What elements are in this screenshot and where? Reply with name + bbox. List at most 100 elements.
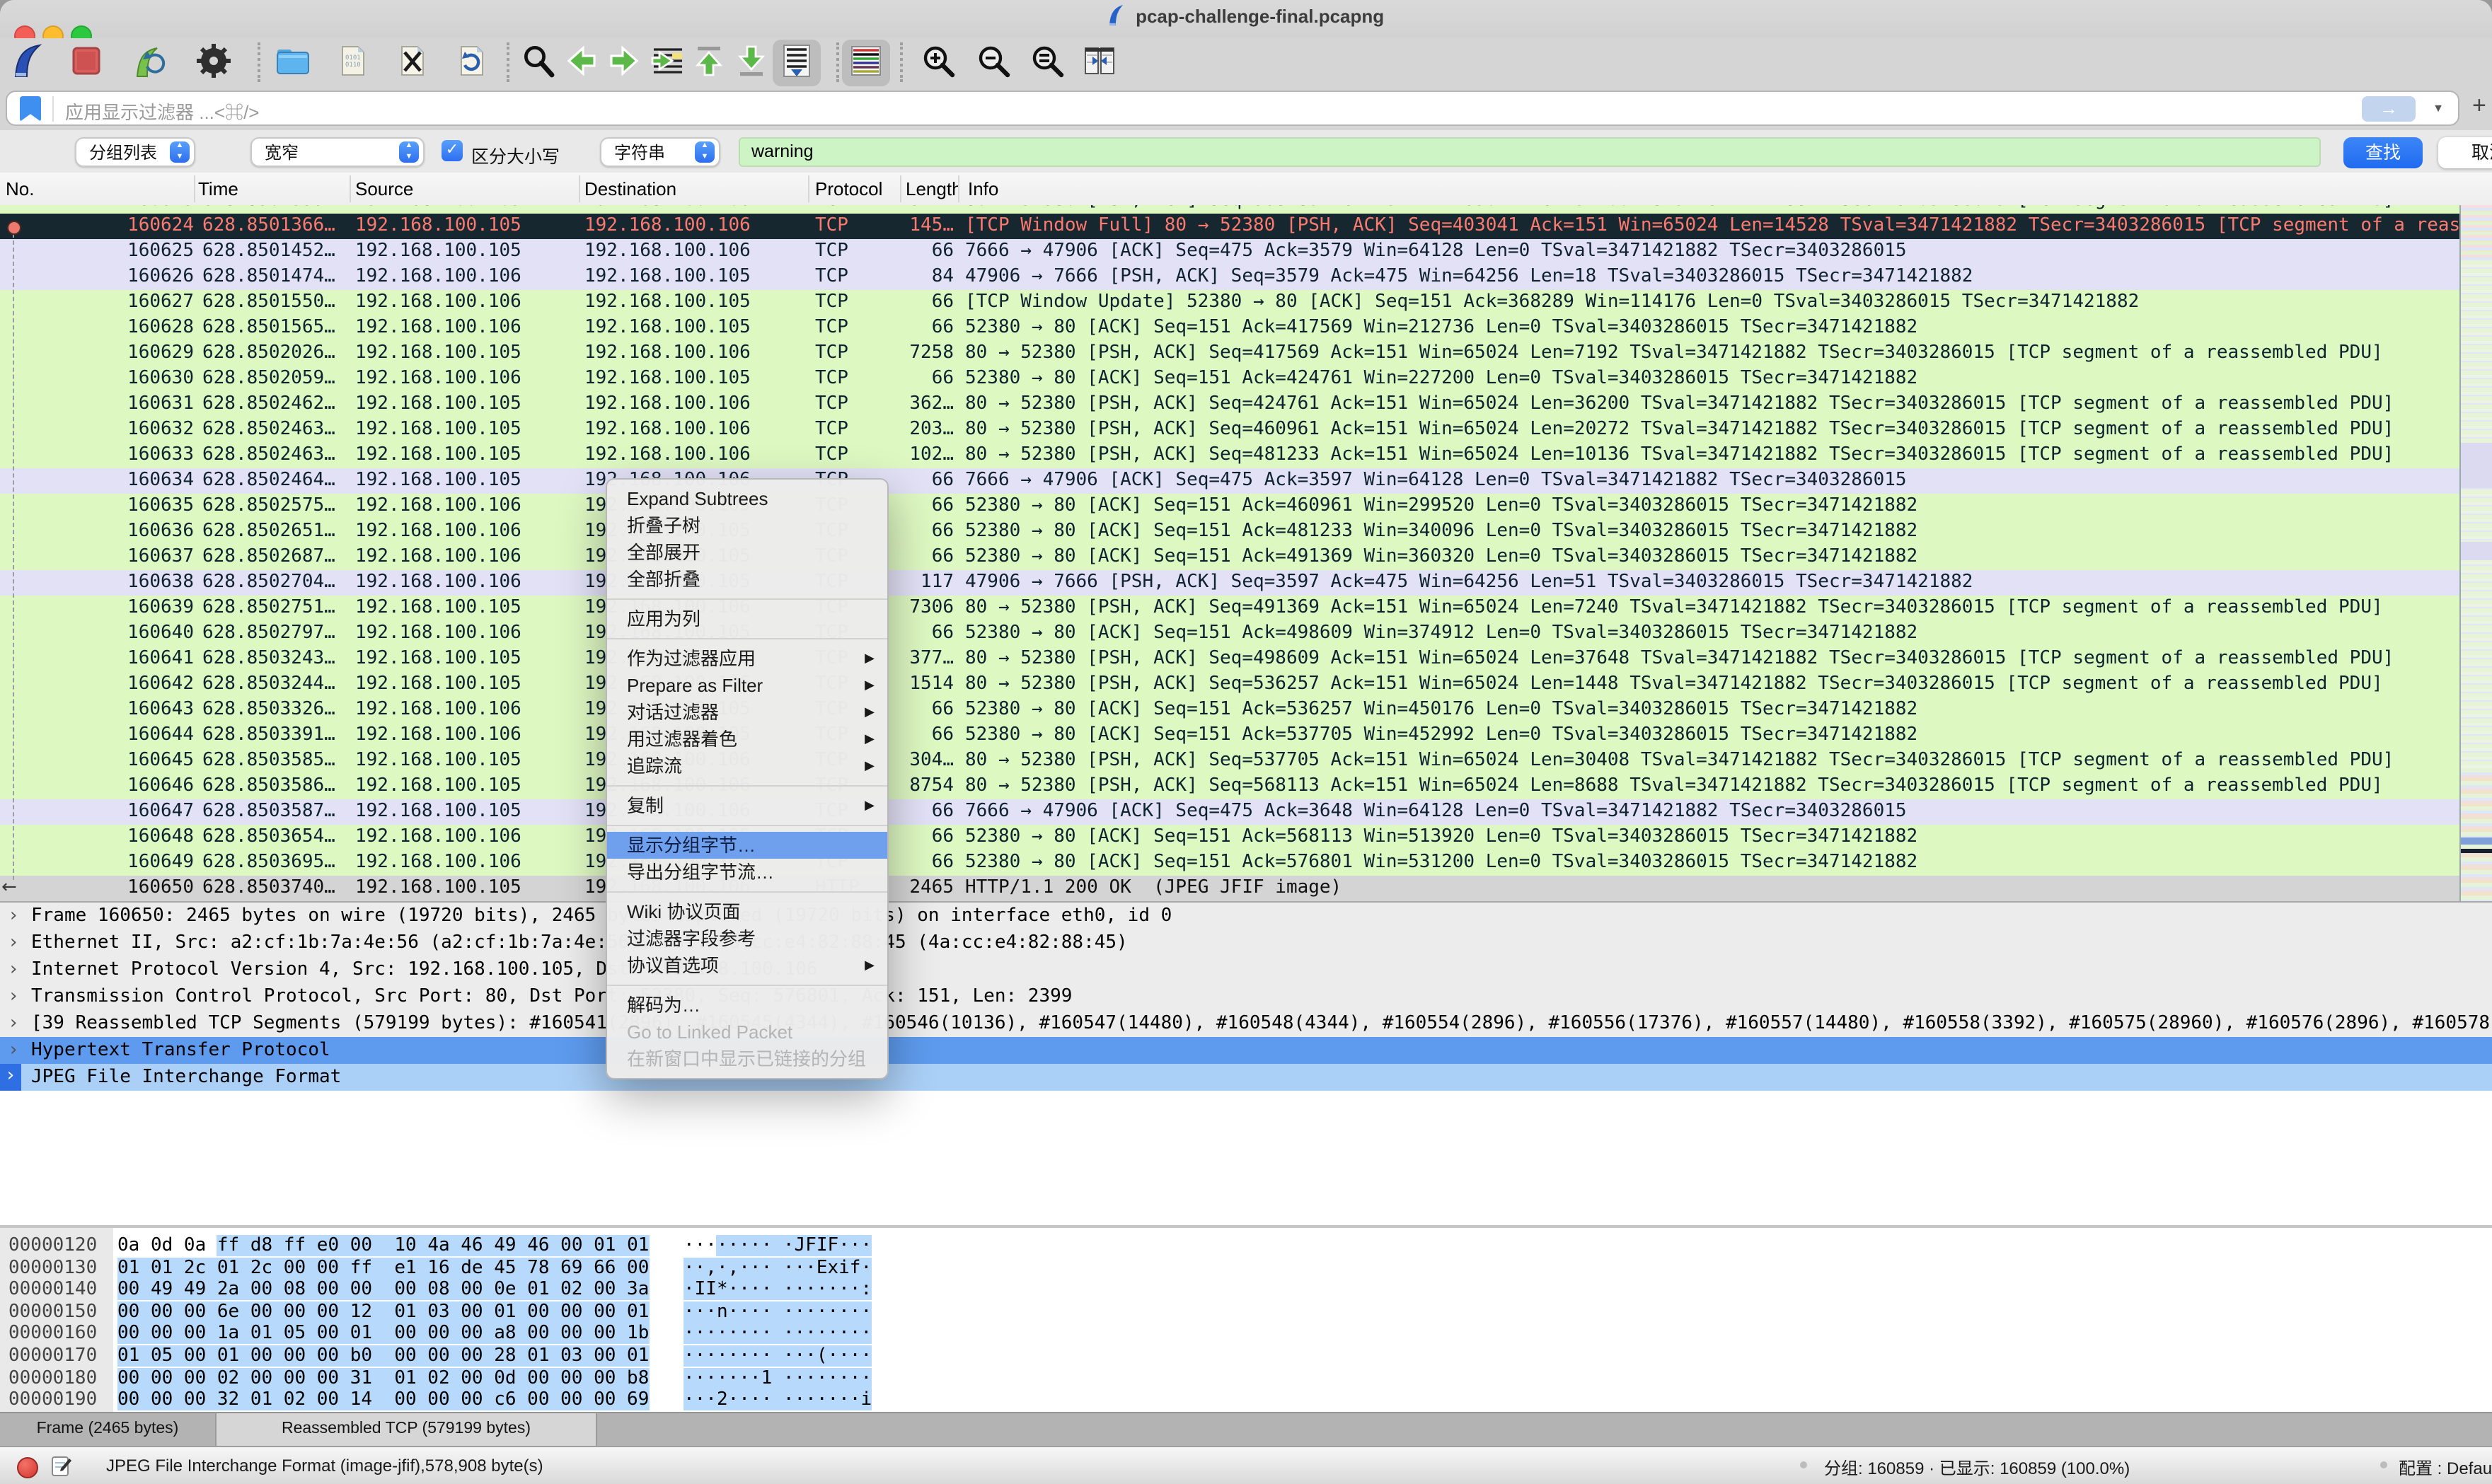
search-type-select[interactable]: 字符串▲▼ xyxy=(600,137,720,167)
packet-row[interactable]: 160632628.8502463…192.168.100.105192.168… xyxy=(0,417,2459,443)
menu-item[interactable]: 显示分组字节… xyxy=(607,832,887,859)
menu-item[interactable]: Prepare as Filter▶ xyxy=(607,672,887,699)
column-header-source[interactable]: Source xyxy=(355,178,413,199)
save-file-icon[interactable]: 01010110 xyxy=(334,41,371,81)
packet-row[interactable]: 160647628.8503587…192.168.100.105192.168… xyxy=(0,799,2459,825)
go-to-packet-icon[interactable] xyxy=(648,41,685,81)
expander-icon[interactable]: › xyxy=(10,1037,17,1064)
detail-line[interactable]: ›Transmission Control Protocol, Src Port… xyxy=(0,983,2492,1010)
hex-row[interactable]: 0000013001 01 2c 01 2c 00 00 ff e1 16 de… xyxy=(0,1257,2492,1279)
hex-ascii[interactable]: ·II*···· ·······: xyxy=(683,1279,872,1301)
zoom-reset-icon[interactable] xyxy=(1029,41,1066,81)
search-scope-select[interactable]: 分组列表▲▼ xyxy=(75,137,195,167)
close-file-icon[interactable] xyxy=(393,41,430,81)
menu-item[interactable]: Expand Subtrees xyxy=(607,485,887,512)
hex-bytes[interactable]: 00 00 00 32 01 02 00 14 00 00 00 c6 00 0… xyxy=(117,1389,649,1411)
menu-item[interactable]: 全部展开 xyxy=(607,539,887,566)
find-packet-icon[interactable] xyxy=(521,41,558,81)
menu-item[interactable]: 复制▶ xyxy=(607,792,887,819)
packet-row[interactable]: 160623628.8501359…192.168.100.105192.168… xyxy=(0,205,2459,214)
packet-row[interactable]: 160624628.8501366…192.168.100.105192.168… xyxy=(0,214,2459,239)
menu-item[interactable]: 全部折叠 xyxy=(607,566,887,593)
hex-row[interactable]: 0000018000 00 00 02 00 00 00 31 01 02 00… xyxy=(0,1367,2492,1389)
menu-item[interactable]: 应用为列 xyxy=(607,605,887,632)
packet-row[interactable]: 160640628.8502797…192.168.100.106192.168… xyxy=(0,621,2459,647)
menu-item[interactable]: 折叠子树 xyxy=(607,512,887,539)
hex-row[interactable]: 0000016000 00 00 1a 01 05 00 01 00 00 00… xyxy=(0,1323,2492,1345)
reload-file-icon[interactable] xyxy=(453,41,490,81)
packet-row[interactable]: 160646628.8503586…192.168.100.105192.168… xyxy=(0,774,2459,799)
packet-row[interactable]: 160642628.8503244…192.168.100.105192.168… xyxy=(0,672,2459,697)
packet-row[interactable]: 160635628.8502575…192.168.100.106192.168… xyxy=(0,494,2459,519)
packet-row[interactable]: 160630628.8502059…192.168.100.106192.168… xyxy=(0,366,2459,392)
search-width-select[interactable]: 宽窄▲▼ xyxy=(250,137,425,167)
hex-bytes[interactable]: 00 00 00 02 00 00 00 31 01 02 00 0d 00 0… xyxy=(117,1367,649,1389)
hex-row[interactable]: 000001200a 0d 0a ff d8 ff e0 00 10 4a 46… xyxy=(0,1235,2492,1257)
capture-options-icon[interactable] xyxy=(195,41,232,81)
packet-row[interactable]: 160648628.8503654…192.168.100.106192.168… xyxy=(0,825,2459,850)
go-first-icon[interactable] xyxy=(691,41,727,81)
restart-capture-icon[interactable] xyxy=(130,41,167,81)
expander-icon[interactable]: › xyxy=(10,1010,17,1037)
hex-ascii[interactable]: ········ ········ xyxy=(683,1323,872,1345)
add-filter-button[interactable]: + xyxy=(2472,92,2486,120)
hex-bytes[interactable]: 01 01 2c 01 2c 00 00 ff e1 16 de 45 78 6… xyxy=(117,1257,649,1279)
hex-ascii[interactable]: ···2···· ·······i xyxy=(683,1389,872,1411)
detail-line[interactable]: ›Frame 160650: 2465 bytes on wire (19720… xyxy=(0,903,2492,929)
packet-row[interactable]: 160638628.8502704…192.168.100.106192.168… xyxy=(0,570,2459,596)
column-header-protocol[interactable]: Protocol xyxy=(815,178,882,199)
go-last-icon[interactable] xyxy=(733,41,770,81)
expander-icon[interactable]: › xyxy=(10,903,17,929)
packet-row[interactable]: 160636628.8502651…192.168.100.106192.168… xyxy=(0,519,2459,545)
packet-row[interactable]: 160627628.8501550…192.168.100.106192.168… xyxy=(0,290,2459,315)
intelligent-scrollbar[interactable] xyxy=(2459,205,2492,901)
colorize-icon[interactable] xyxy=(842,40,890,86)
menu-item[interactable]: Wiki 协议页面 xyxy=(607,898,887,925)
packet-list-header[interactable]: No.TimeSourceDestinationProtocolLengthIn… xyxy=(0,173,2492,207)
hex-bytes[interactable]: 00 00 00 6e 00 00 00 12 01 03 00 01 00 0… xyxy=(117,1302,649,1323)
packet-row[interactable]: 160649628.8503695…192.168.100.106192.168… xyxy=(0,850,2459,876)
column-header-length[interactable]: Length xyxy=(906,178,958,199)
detail-line[interactable]: ›Ethernet II, Src: a2:cf:1b:7a:4e:56 (a2… xyxy=(0,929,2492,956)
hex-bytes[interactable]: 00 00 00 1a 01 05 00 01 00 00 00 a8 00 0… xyxy=(117,1323,649,1345)
packet-row[interactable]: 160637628.8502687…192.168.100.106192.168… xyxy=(0,545,2459,570)
packet-row[interactable]: 160643628.8503326…192.168.100.106192.168… xyxy=(0,697,2459,723)
zoom-out-icon[interactable] xyxy=(975,41,1012,81)
detail-line[interactable]: ›Internet Protocol Version 4, Src: 192.1… xyxy=(0,956,2492,983)
expander-icon[interactable]: › xyxy=(10,983,17,1010)
go-back-icon[interactable] xyxy=(563,41,600,81)
hex-ascii[interactable]: ········ ···(···· xyxy=(683,1345,872,1367)
hex-ascii[interactable]: ··,·,··· ···Exif· xyxy=(683,1257,872,1279)
display-filter-input[interactable]: 应用显示过滤器 ...<⌘/> → ▼ xyxy=(6,91,2459,126)
packet-row[interactable]: 160631628.8502462…192.168.100.105192.168… xyxy=(0,392,2459,417)
filter-bookmark-icon[interactable] xyxy=(20,96,41,122)
menu-item[interactable]: 过滤器字段参考 xyxy=(607,925,887,952)
capture-comment-icon[interactable] xyxy=(51,1456,72,1477)
go-forward-icon[interactable] xyxy=(606,41,642,81)
menu-item[interactable]: 追踪流▶ xyxy=(607,753,887,779)
find-button[interactable]: 查找 xyxy=(2343,137,2423,168)
column-header-destination[interactable]: Destination xyxy=(584,178,676,199)
expander-icon[interactable]: › xyxy=(0,1064,21,1091)
menu-item[interactable]: 用过滤器着色▶ xyxy=(607,726,887,753)
menu-item[interactable]: 协议首选项▶ xyxy=(607,952,887,979)
menu-item[interactable]: 对话过滤器▶ xyxy=(607,699,887,726)
hex-ascii[interactable]: ···n···· ········ xyxy=(683,1302,872,1323)
cancel-button[interactable]: 取消 xyxy=(2438,137,2492,168)
menu-item[interactable]: 解码为… xyxy=(607,992,887,1019)
hex-bytes[interactable]: 00 49 49 2a 00 08 00 00 00 08 00 0e 01 0… xyxy=(117,1279,649,1301)
open-file-icon[interactable] xyxy=(275,41,311,81)
hex-row[interactable]: 0000019000 00 00 32 01 02 00 14 00 00 00… xyxy=(0,1389,2492,1411)
packet-row[interactable]: 160644628.8503391…192.168.100.106192.168… xyxy=(0,723,2459,748)
packet-row[interactable]: 160641628.8503243…192.168.100.105192.168… xyxy=(0,647,2459,672)
tab-frame[interactable]: Frame (2465 bytes) xyxy=(0,1413,217,1446)
packet-row[interactable]: 160639628.8502751…192.168.100.105192.168… xyxy=(0,596,2459,621)
column-header-info[interactable]: Info xyxy=(968,178,998,199)
search-input[interactable]: warning xyxy=(739,137,2321,167)
hex-row[interactable]: 0000014000 49 49 2a 00 08 00 00 00 08 00… xyxy=(0,1279,2492,1301)
zoom-in-icon[interactable] xyxy=(920,41,957,81)
packet-row[interactable]: 160629628.8502026…192.168.100.105192.168… xyxy=(0,341,2459,366)
hex-bytes[interactable]: 0a 0d 0a ff d8 ff e0 00 10 4a 46 49 46 0… xyxy=(117,1235,649,1257)
status-profile[interactable]: 配置 : Default xyxy=(2399,1456,2492,1480)
menu-item[interactable]: 导出分组字节流… xyxy=(607,859,887,886)
